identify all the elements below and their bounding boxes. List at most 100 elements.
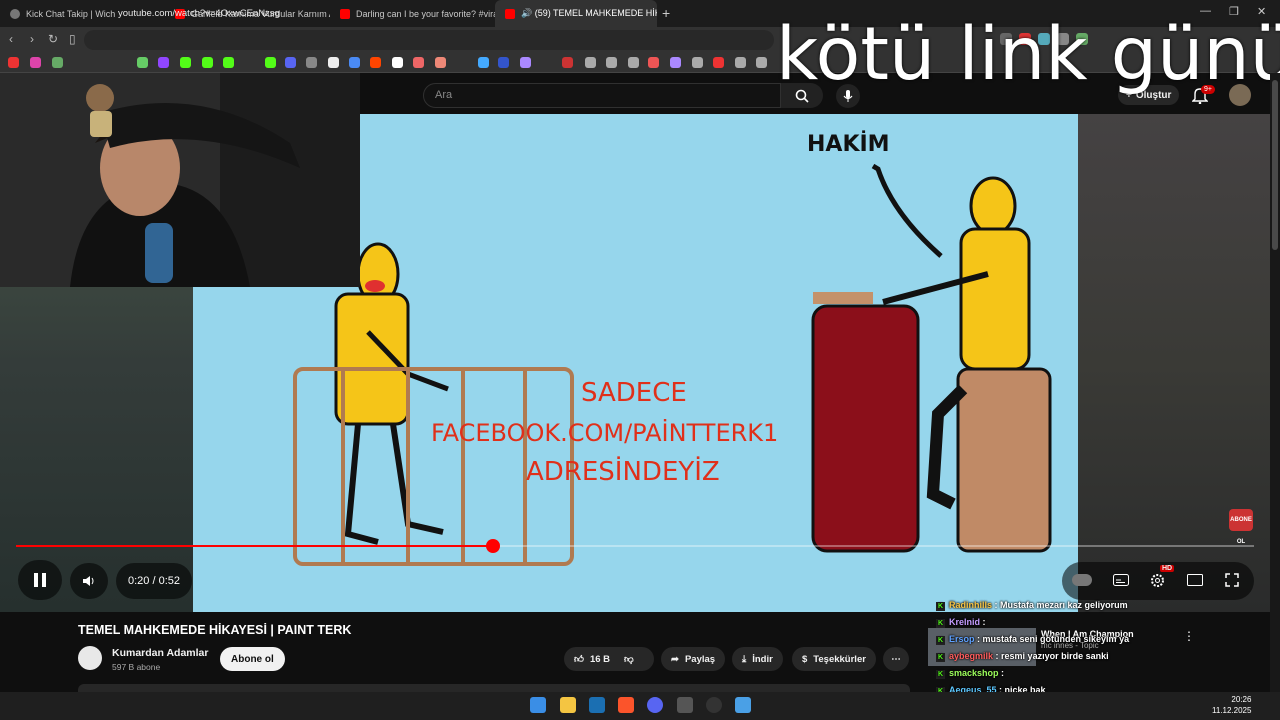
- bookmark-icon[interactable]: [137, 57, 148, 68]
- reload-icon[interactable]: ↻: [48, 32, 58, 46]
- forward-icon[interactable]: ›: [30, 32, 34, 46]
- settings-gear-icon[interactable]: [1150, 573, 1165, 588]
- thumbs-down-icon[interactable]: 👎︎: [624, 653, 634, 665]
- subtitles-icon[interactable]: [1113, 574, 1129, 586]
- bookmark-icon[interactable]: [180, 57, 191, 68]
- temel-mouth: [365, 280, 385, 292]
- bookmark-icon[interactable]: [265, 57, 276, 68]
- bookmark-icon[interactable]: [585, 57, 596, 68]
- bookmark-icon[interactable]: [648, 57, 659, 68]
- pause-icon: [34, 573, 46, 587]
- app-icon[interactable]: [677, 697, 693, 713]
- like-button[interactable]: 👍︎ 16 B 👎︎: [564, 647, 654, 671]
- new-tab-button[interactable]: +: [662, 5, 670, 21]
- bookmark-icon[interactable]: [562, 57, 573, 68]
- search-placeholder: Ara: [435, 89, 453, 101]
- download-button[interactable]: ⤓ İndir: [732, 647, 783, 671]
- chat-username[interactable]: aybegmilk: [949, 651, 993, 661]
- chat-username[interactable]: smackshop: [949, 668, 999, 678]
- tab-label: Kick Chat Takip | Wich: [26, 8, 116, 19]
- subscribe-watermark[interactable]: ABONE OL: [1229, 509, 1253, 545]
- volume-icon: [83, 576, 94, 586]
- scrubber-handle[interactable]: [485, 539, 500, 553]
- chat-text: : mustafa seni götünden sikeyim ya: [977, 634, 1130, 644]
- bookmark-icon[interactable]: [520, 57, 531, 68]
- caption-line3: ADRESİNDEYİZ: [526, 457, 720, 487]
- caption-line1: SADECE: [581, 378, 687, 408]
- bookmark-icon[interactable]: [628, 57, 639, 68]
- mute-button[interactable]: [70, 563, 108, 599]
- bookmark-icon[interactable]: [349, 57, 360, 68]
- fullscreen-icon[interactable]: [1225, 573, 1239, 587]
- pause-button[interactable]: [18, 560, 62, 600]
- windows-start-icon[interactable]: [530, 697, 546, 713]
- bookmark-icon[interactable]: [713, 57, 724, 68]
- kebab-menu-icon[interactable]: ⋮: [1183, 629, 1195, 643]
- bookmark-icon[interactable]: [692, 57, 703, 68]
- scrollbar-thumb[interactable]: [1272, 80, 1278, 250]
- back-icon[interactable]: ‹: [9, 32, 13, 46]
- folder-icon[interactable]: [756, 57, 767, 68]
- bookmark-icon[interactable]: [30, 57, 41, 68]
- judge-desk-top: [813, 292, 873, 304]
- bookmark-icon[interactable]: [435, 57, 446, 68]
- tab-darling[interactable]: Darling can I be your favorite? #viral: [330, 0, 495, 27]
- bookmark-icon[interactable]: [8, 57, 19, 68]
- bookmark-icon[interactable]: [478, 57, 489, 68]
- chat-username[interactable]: Radinhills: [949, 600, 992, 610]
- obs-icon[interactable]: [706, 697, 722, 713]
- judge-head: [969, 176, 1017, 236]
- bookmark-icon[interactable]: [413, 57, 424, 68]
- youtube-icon: [340, 8, 350, 19]
- app-icon[interactable]: [735, 697, 751, 713]
- bookmark-icon[interactable]: [285, 57, 296, 68]
- kick-badge-icon: K: [936, 636, 945, 645]
- bookmark-icon[interactable]: [606, 57, 617, 68]
- globe-icon: [10, 8, 20, 19]
- judge-desk: [811, 304, 920, 553]
- chat-username[interactable]: Krelnid: [949, 617, 980, 627]
- chat-message: Ksmackshop :: [936, 668, 1004, 679]
- stream-overlay-text: kötü link günü: [776, 12, 1280, 97]
- judge-body: [959, 227, 1031, 371]
- tab-temel-mahkemede[interactable]: 🔊 (59) TEMEL MAHKEMEDE HİK ✕: [495, 0, 657, 27]
- download-label: İndir: [752, 653, 773, 665]
- url-field[interactable]: [84, 30, 774, 50]
- bookmark-icon[interactable]: [392, 57, 403, 68]
- bookmark-icon[interactable]: [498, 57, 509, 68]
- share-icon: ➦: [671, 653, 679, 665]
- bookmark-icon[interactable]: ▯: [69, 32, 76, 46]
- share-button[interactable]: ➦ Paylaş: [661, 647, 726, 671]
- bookmark-icon[interactable]: [158, 57, 169, 68]
- bookmark-icon[interactable]: [52, 57, 63, 68]
- clock-time: 20:26: [1231, 695, 1252, 704]
- bookmark-icon[interactable]: [735, 57, 746, 68]
- bookmark-icon[interactable]: [223, 57, 234, 68]
- kick-badge-icon: K: [936, 619, 945, 628]
- brave-browser-icon[interactable]: [618, 697, 634, 713]
- subscribe-button[interactable]: Abone ol: [220, 647, 285, 671]
- bookmark-icon[interactable]: [328, 57, 339, 68]
- clock-date: 11.12.2025: [1212, 706, 1252, 715]
- webcam-overlay: [0, 73, 360, 287]
- bookmark-icon[interactable]: [670, 57, 681, 68]
- autoplay-toggle[interactable]: [1072, 574, 1092, 586]
- taskbar-clock[interactable]: 20:26 11.12.2025: [1212, 694, 1251, 716]
- channel-avatar[interactable]: [78, 646, 102, 670]
- discord-icon[interactable]: [647, 697, 663, 713]
- channel-name[interactable]: Kumardan Adamlar: [112, 647, 208, 659]
- progress-bar[interactable]: [16, 545, 1254, 547]
- chat-username[interactable]: Ersop: [949, 634, 975, 644]
- thanks-button[interactable]: $ Teşekkürler: [792, 647, 876, 671]
- search-input[interactable]: [423, 83, 781, 108]
- bookmark-icon[interactable]: [370, 57, 381, 68]
- thanks-icon: $: [802, 653, 808, 665]
- temel-leg: [344, 423, 379, 545]
- chat-message: K Krelnid :: [936, 617, 986, 628]
- steam-icon[interactable]: [589, 697, 605, 713]
- theater-mode-icon[interactable]: [1187, 574, 1203, 586]
- bookmark-icon[interactable]: [202, 57, 213, 68]
- file-explorer-icon[interactable]: [560, 697, 576, 713]
- bookmark-icon[interactable]: [306, 57, 317, 68]
- more-actions-button[interactable]: ⋯: [883, 647, 909, 671]
